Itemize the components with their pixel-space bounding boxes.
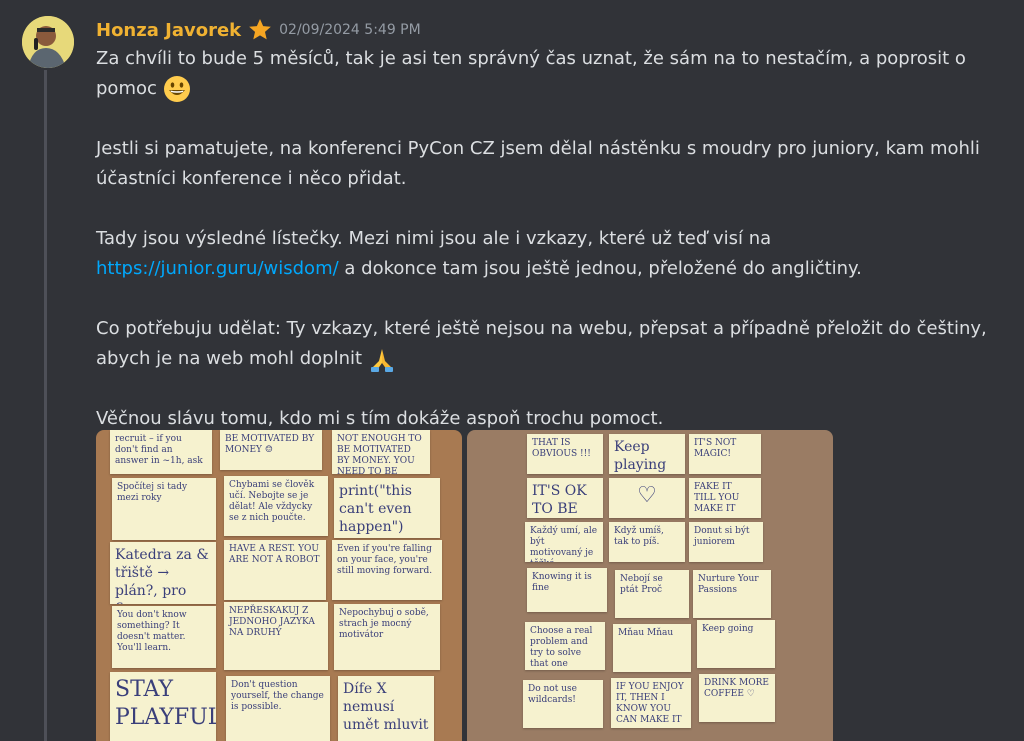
sticky-note: print("this can't even happen") bbox=[334, 478, 440, 538]
sticky-note: Keep going bbox=[697, 620, 775, 668]
sticky-note: recruit – if you don't find an answer in… bbox=[110, 430, 212, 474]
sticky-note: DRINK MORE COFFEE ♡ bbox=[699, 674, 775, 722]
sticky-note: IF YOU ENJOY IT, THEN I KNOW YOU CAN MAK… bbox=[611, 678, 691, 728]
attachment-photo-right[interactable]: THAT IS OBVIOUS !!! Keep playing IT'S NO… bbox=[467, 430, 833, 741]
sticky-note: Nebojí se ptát Proč bbox=[615, 570, 689, 618]
message-paragraph-2: Jestli si pamatujete, na konferenci PyCo… bbox=[96, 138, 980, 189]
sticky-note: Chybami se člověk učí. Nebojte se je děl… bbox=[224, 476, 328, 536]
folded-hands-icon bbox=[368, 345, 396, 373]
author-name[interactable]: Honza Javorek bbox=[96, 20, 241, 41]
message-paragraph-4: Co potřebuju udělat: Ty vzkazy, které je… bbox=[96, 314, 996, 374]
sticky-note: Knowing it is fine bbox=[527, 568, 607, 612]
sticky-note: THAT IS OBVIOUS !!! bbox=[527, 434, 603, 474]
sticky-note: NEPŘESKAKUJ Z JEDNOHO JAZYKA NA DRUHÝ bbox=[224, 602, 328, 670]
sticky-note: Dífe X nemusí umět mluvit bbox=[338, 676, 434, 741]
sticky-note: You don't know something? It doesn't mat… bbox=[112, 606, 216, 668]
avatar[interactable] bbox=[22, 16, 74, 68]
sticky-note: NOT ENOUGH TO BE MOTIVATED BY MONEY. YOU… bbox=[332, 430, 430, 474]
sticky-note: Do not use wildcards! bbox=[523, 680, 603, 728]
sticky-note: IT'S NOT MAGIC! bbox=[689, 434, 761, 474]
sticky-note: HAVE A REST. YOU ARE NOT A ROBOT bbox=[224, 540, 326, 600]
paragraph-text: Tady jsou výsledné lístečky. Mezi nimi j… bbox=[96, 228, 772, 249]
grinning-face-icon bbox=[163, 75, 191, 103]
message-timestamp[interactable]: 02/09/2024 5:49 PM bbox=[279, 22, 421, 38]
sticky-note: FAKE IT TILL YOU MAKE IT bbox=[689, 478, 761, 518]
message-header: Honza Javorek 02/09/2024 5:49 PM bbox=[96, 16, 421, 44]
user-avatar-image bbox=[22, 16, 74, 68]
sticky-note: IT'S OK TO BE MAD bbox=[527, 478, 603, 518]
sticky-note: Mňau Mňau bbox=[613, 624, 691, 672]
sticky-note: Even if you're falling on your face, you… bbox=[332, 540, 442, 600]
sticky-note: Každý umí, ale být motivovaný je těžké bbox=[525, 522, 603, 562]
message-content: Za chvíli to bude 5 měsíců, tak je asi t… bbox=[96, 44, 996, 434]
sticky-note: STAY PLAYFUL bbox=[110, 672, 216, 741]
sticky-note: Spočítej si tady mezi roky bbox=[112, 478, 216, 540]
sticky-note: Don't question yourself, the change is p… bbox=[226, 676, 330, 741]
message-paragraph-1: Za chvíli to bude 5 měsíců, tak je asi t… bbox=[96, 44, 996, 104]
sticky-note: Nurture Your Passions bbox=[693, 570, 771, 618]
paragraph-text: a dokonce tam jsou ještě jednou, přelože… bbox=[338, 258, 862, 279]
paragraph-text: Co potřebuju udělat: Ty vzkazy, které je… bbox=[96, 318, 987, 369]
sticky-note: Keep playing bbox=[609, 434, 685, 474]
sticky-note: Donut si být juniorem bbox=[689, 522, 763, 562]
star-icon[interactable] bbox=[247, 17, 273, 43]
sticky-note: Katedra za & třiště → plán?, pro firmy bbox=[110, 542, 216, 604]
paragraph-text: Za chvíli to bude 5 měsíců, tak je asi t… bbox=[96, 48, 966, 99]
sticky-note: ♡ bbox=[609, 478, 685, 518]
sticky-note: Choose a real problem and try to solve t… bbox=[525, 622, 605, 670]
sticky-note: Nepochybuj o sobě, strach je mocný motiv… bbox=[334, 604, 440, 670]
wisdom-link[interactable]: https://junior.guru/wisdom/ bbox=[96, 258, 339, 279]
attachment-photo-left[interactable]: recruit – if you don't find an answer in… bbox=[96, 430, 462, 741]
sticky-note: BE MOTIVATED BY MONEY ☺ bbox=[220, 430, 322, 470]
sticky-note: Když umíš, tak to píš. bbox=[609, 522, 685, 562]
message-paragraph-3: Tady jsou výsledné lístečky. Mezi nimi j… bbox=[96, 224, 996, 284]
reply-thread-line bbox=[44, 70, 47, 741]
